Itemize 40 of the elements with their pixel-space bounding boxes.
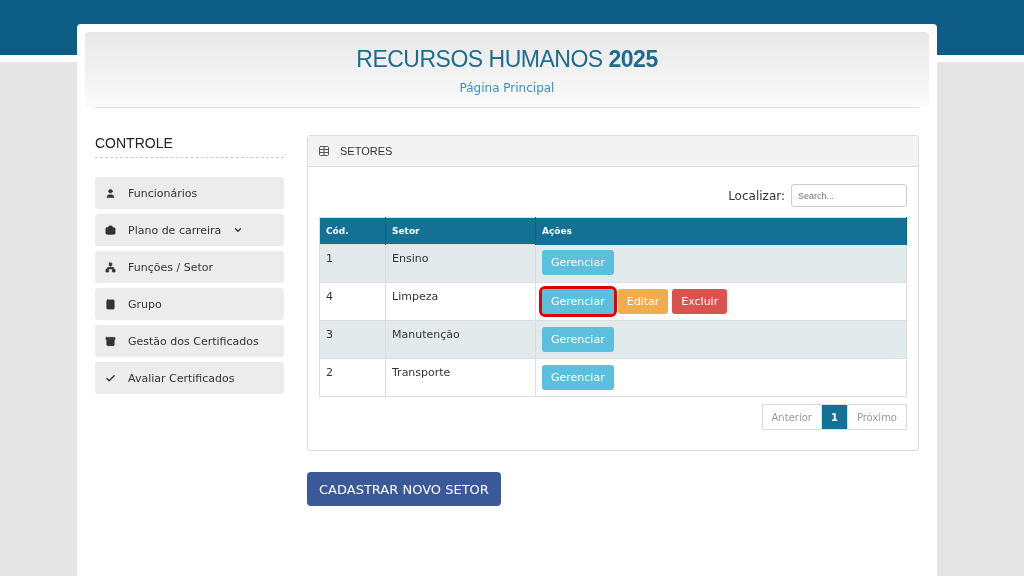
caret-icon [233, 225, 244, 235]
sidebar-item[interactable]: Grupo [95, 288, 284, 320]
subtitle-link[interactable]: Página Principal [459, 81, 555, 95]
new-sector-button[interactable]: CADASTRAR NOVO SETOR [307, 472, 501, 506]
table-cell: 2 [319, 358, 386, 397]
table-cell: Ensino [385, 244, 536, 283]
column-header: Cód. [319, 217, 386, 245]
archive-icon [105, 335, 116, 347]
sidebar-item[interactable]: Avaliar Certificados [95, 362, 284, 394]
search-label: Localizar: [728, 188, 785, 203]
column-header: Ações [535, 217, 907, 245]
sidebar-item[interactable]: Funcionários [95, 177, 284, 209]
table-cell: Manutenção [385, 320, 536, 359]
table-cell: 3 [319, 320, 386, 359]
table-icon [318, 145, 330, 157]
sidebar-item[interactable]: Funções / Setor [95, 251, 284, 283]
page-link[interactable]: 1 [820, 404, 848, 430]
delete-button[interactable]: Excluir [672, 288, 728, 314]
user-icon [105, 187, 116, 199]
sidebar-item[interactable]: Plano de carreira [95, 214, 284, 246]
sidebar-heading: CONTROLE [95, 135, 284, 158]
manage-button[interactable]: Gerenciar [542, 326, 614, 352]
column-header: Setor [385, 217, 536, 245]
page-link[interactable]: Anterior [761, 404, 822, 430]
tablet-icon [105, 298, 116, 310]
page-link[interactable]: Próximo [846, 404, 907, 430]
table-cell: 4 [319, 282, 386, 321]
sidebar-item[interactable]: Gestão dos Certificados [95, 325, 284, 357]
panel-title: SETORES [340, 145, 393, 157]
page-title: RECURSOS HUMANOS 2025 [356, 46, 658, 73]
search-field[interactable]: Search... [791, 184, 907, 207]
table-cell: Transporte [385, 358, 536, 397]
manage-button[interactable]: Gerenciar [542, 250, 614, 276]
manage-button[interactable]: Gerenciar [542, 364, 614, 390]
check-icon [105, 372, 116, 384]
manage-button[interactable]: Gerenciar [542, 288, 614, 314]
table-cell: 1 [319, 244, 386, 283]
table-cell: Limpeza [385, 282, 536, 321]
network-icon [105, 261, 116, 273]
briefcase-icon [105, 224, 116, 236]
